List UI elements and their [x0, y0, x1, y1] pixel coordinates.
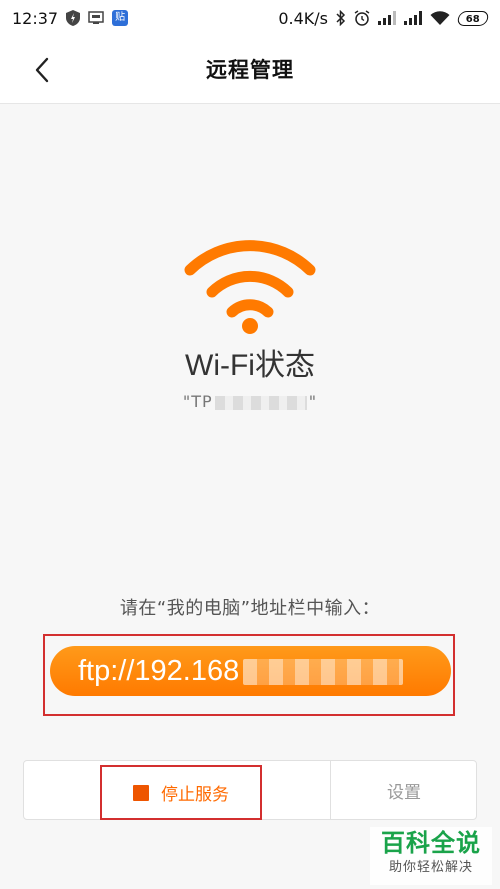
signal-icon	[378, 11, 396, 25]
signal-icon	[404, 11, 422, 25]
status-bar-left: 12:37 贴	[12, 8, 129, 28]
ssid-redacted	[214, 395, 307, 410]
alarm-icon	[354, 10, 370, 26]
settings-label: 设置	[387, 782, 421, 803]
status-bar-right: 0.4K/s 68	[278, 8, 490, 28]
wifi-icon	[430, 10, 450, 26]
shield-icon	[66, 10, 81, 26]
wifi-ssid: "TP "	[0, 392, 500, 411]
bluetooth-icon	[336, 10, 346, 26]
watermark-logo: 百科全说	[381, 829, 481, 857]
watermark-tagline: 助你轻松解决	[388, 860, 473, 875]
status-time: 12:37	[12, 8, 59, 28]
battery-level: 68	[465, 13, 480, 25]
address-hint: 请在“我的电脑”地址栏中输入：	[119, 598, 381, 619]
highlight-box-address	[43, 634, 455, 716]
ssid-suffix: "	[308, 392, 318, 411]
app-tag-icon: 贴	[112, 10, 129, 26]
wifi-status-title: Wi-Fi状态	[185, 349, 315, 382]
battery-icon: 68	[456, 10, 490, 26]
highlight-box-stop	[100, 765, 262, 820]
settings-button[interactable]: 设置	[331, 760, 477, 820]
ftp-icon	[88, 11, 104, 25]
network-speed: 0.4K/s	[278, 8, 328, 28]
page-title: 远程管理	[206, 58, 294, 82]
wifi-status-icon	[180, 230, 320, 340]
watermark: 百科全说 助你轻松解决	[370, 827, 492, 885]
ssid-prefix: "TP	[182, 392, 213, 411]
status-bar: 12:37 贴 0.4K/s 68	[0, 0, 500, 36]
nav-header: 远程管理	[0, 36, 500, 104]
